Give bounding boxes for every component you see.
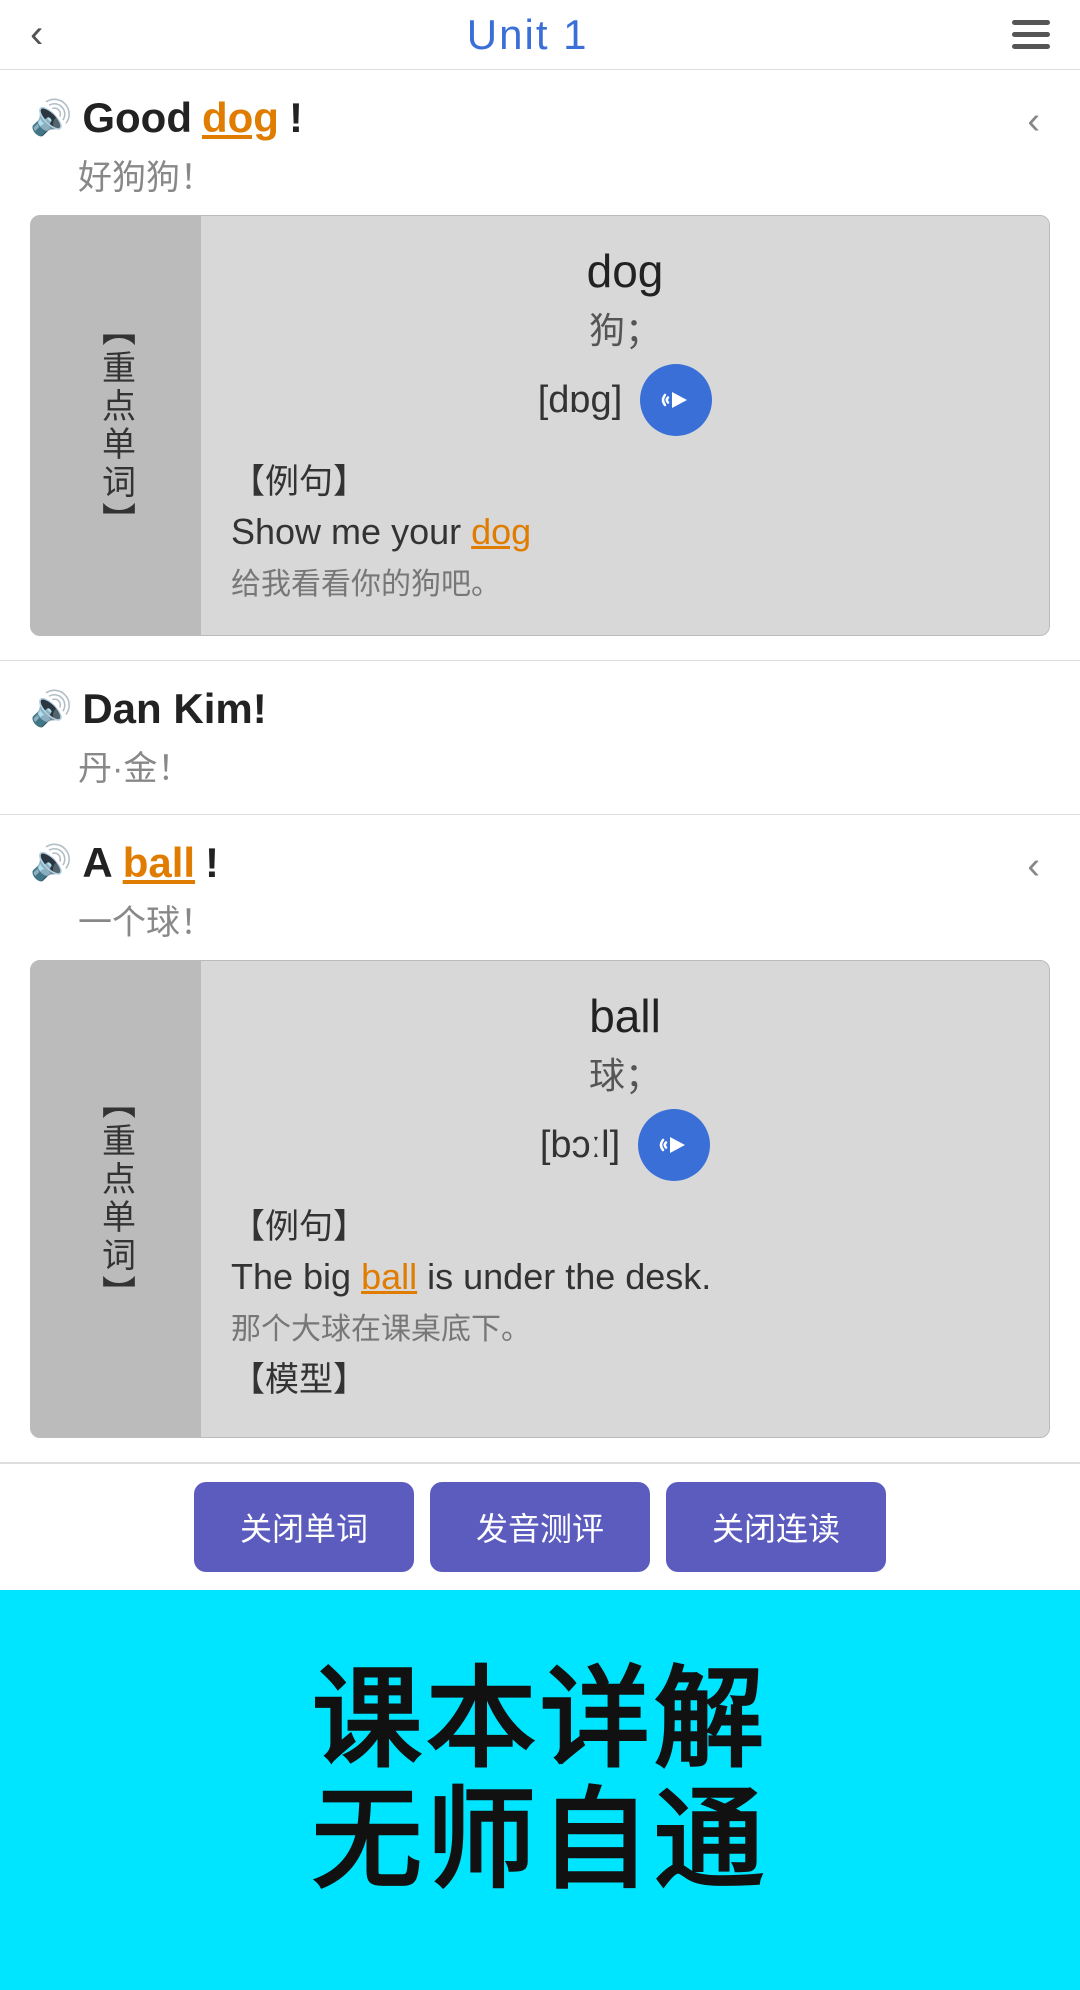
sound-icon-a-ball[interactable]: 🔊 xyxy=(30,843,72,883)
sound-icon-good-dog[interactable]: 🔊 xyxy=(30,98,72,138)
vocab-content-dog: dog 狗； [dɒg] 【例句】 Show me your dog xyxy=(201,216,1049,635)
sentence-prefix-a-ball: A xyxy=(82,839,112,887)
vocab-example-label-dog: 【例句】 xyxy=(231,454,1019,503)
sentence-left-good-dog: 🔊 Good dog! 好狗狗！ xyxy=(30,94,303,199)
promo-line2: 无师自通 xyxy=(312,1780,768,1901)
vocab-word-ball: ball xyxy=(231,989,1019,1043)
vocab-phonetic-ball: [bɔːl] xyxy=(540,1124,620,1167)
dankim-zh: 丹·金！ xyxy=(78,741,1050,790)
sentence-suffix-a-ball: ! xyxy=(205,839,219,887)
dankim-en-text: Dan Kim! xyxy=(82,685,266,733)
sentence-highlight-a-ball: ball xyxy=(123,839,195,887)
sentence-left-a-ball: 🔊 A ball! 一个球！ xyxy=(30,839,219,944)
vocab-phonetic-dog: [dɒg] xyxy=(538,379,623,422)
page-title: Unit 1 xyxy=(467,11,589,59)
vocab-example-label-ball: 【例句】 xyxy=(231,1199,1019,1248)
dankim-row: 🔊 Dan Kim! 丹·金！ xyxy=(0,661,1080,814)
sentence-zh-good-dog: 好狗狗！ xyxy=(78,150,303,199)
sentence-highlight-good-dog: dog xyxy=(202,94,279,142)
sentence-row-a-ball: 🔊 A ball! 一个球！ ‹ xyxy=(0,815,1080,960)
play-button-ball[interactable] xyxy=(638,1109,710,1181)
promo-line1: 课本详解 xyxy=(312,1659,768,1780)
vocab-label-ball: 【重点单词】 xyxy=(31,961,201,1437)
menu-button[interactable] xyxy=(1012,20,1050,49)
vocab-label-dog: 【重点单词】 xyxy=(31,216,201,635)
promo-banner: 课本详解 无师自通 xyxy=(0,1590,1080,1990)
section-good-dog: 🔊 Good dog! 好狗狗！ ‹ 【重点单词】 dog 狗； [dɒg] xyxy=(0,70,1080,661)
pronunciation-test-button[interactable]: 发音测评 xyxy=(430,1482,650,1572)
collapse-button-a-ball[interactable]: ‹ xyxy=(1017,839,1050,894)
vocab-card-ball: 【重点单词】 ball 球； [bɔːl] 【例句】 The big ball … xyxy=(30,960,1050,1438)
back-button[interactable]: ‹ xyxy=(30,12,43,57)
vocab-extra-label-ball: 【模型】 xyxy=(231,1352,1019,1401)
close-word-button[interactable]: 关闭单词 xyxy=(194,1482,414,1572)
bottom-bar: 关闭单词 发音测评 关闭连读 xyxy=(0,1463,1080,1590)
sentence-prefix-good-dog: Good xyxy=(82,94,192,142)
vocab-example-en-dog: Show me your dog xyxy=(231,511,1019,553)
vocab-zh-ball: 球； xyxy=(231,1047,1019,1099)
vocab-phonetic-row-dog: [dɒg] xyxy=(231,364,1019,436)
vocab-word-dog: dog xyxy=(231,244,1019,298)
close-connected-reading-button[interactable]: 关闭连读 xyxy=(666,1482,886,1572)
vocab-content-ball: ball 球； [bɔːl] 【例句】 The big ball is unde… xyxy=(201,961,1049,1437)
section-a-ball: 🔊 A ball! 一个球！ ‹ 【重点单词】 ball 球； [bɔːl] xyxy=(0,815,1080,1463)
sentence-suffix-good-dog: ! xyxy=(289,94,303,142)
vocab-example-zh-dog: 给我看看你的狗吧。 xyxy=(231,559,1019,603)
collapse-button-good-dog[interactable]: ‹ xyxy=(1017,94,1050,149)
vocab-example-en-ball: The big ball is under the desk. xyxy=(231,1256,1019,1298)
dankim-en: 🔊 Dan Kim! xyxy=(30,685,1050,733)
vocab-example-zh-ball: 那个大球在课桌底下。 xyxy=(231,1304,1019,1348)
app-header: ‹ Unit 1 xyxy=(0,0,1080,70)
sentence-zh-a-ball: 一个球！ xyxy=(78,895,219,944)
vocab-zh-dog: 狗； xyxy=(231,302,1019,354)
sound-icon-dankim[interactable]: 🔊 xyxy=(30,689,72,729)
sentence-en-a-ball: 🔊 A ball! xyxy=(30,839,219,887)
vocab-phonetic-row-ball: [bɔːl] xyxy=(231,1109,1019,1181)
play-button-dog[interactable] xyxy=(640,364,712,436)
section-dan-kim: 🔊 Dan Kim! 丹·金！ xyxy=(0,661,1080,815)
sentence-en-good-dog: 🔊 Good dog! xyxy=(30,94,303,142)
vocab-card-dog: 【重点单词】 dog 狗； [dɒg] 【例句】 Show me yo xyxy=(30,215,1050,636)
sentence-row-good-dog: 🔊 Good dog! 好狗狗！ ‹ xyxy=(0,70,1080,215)
